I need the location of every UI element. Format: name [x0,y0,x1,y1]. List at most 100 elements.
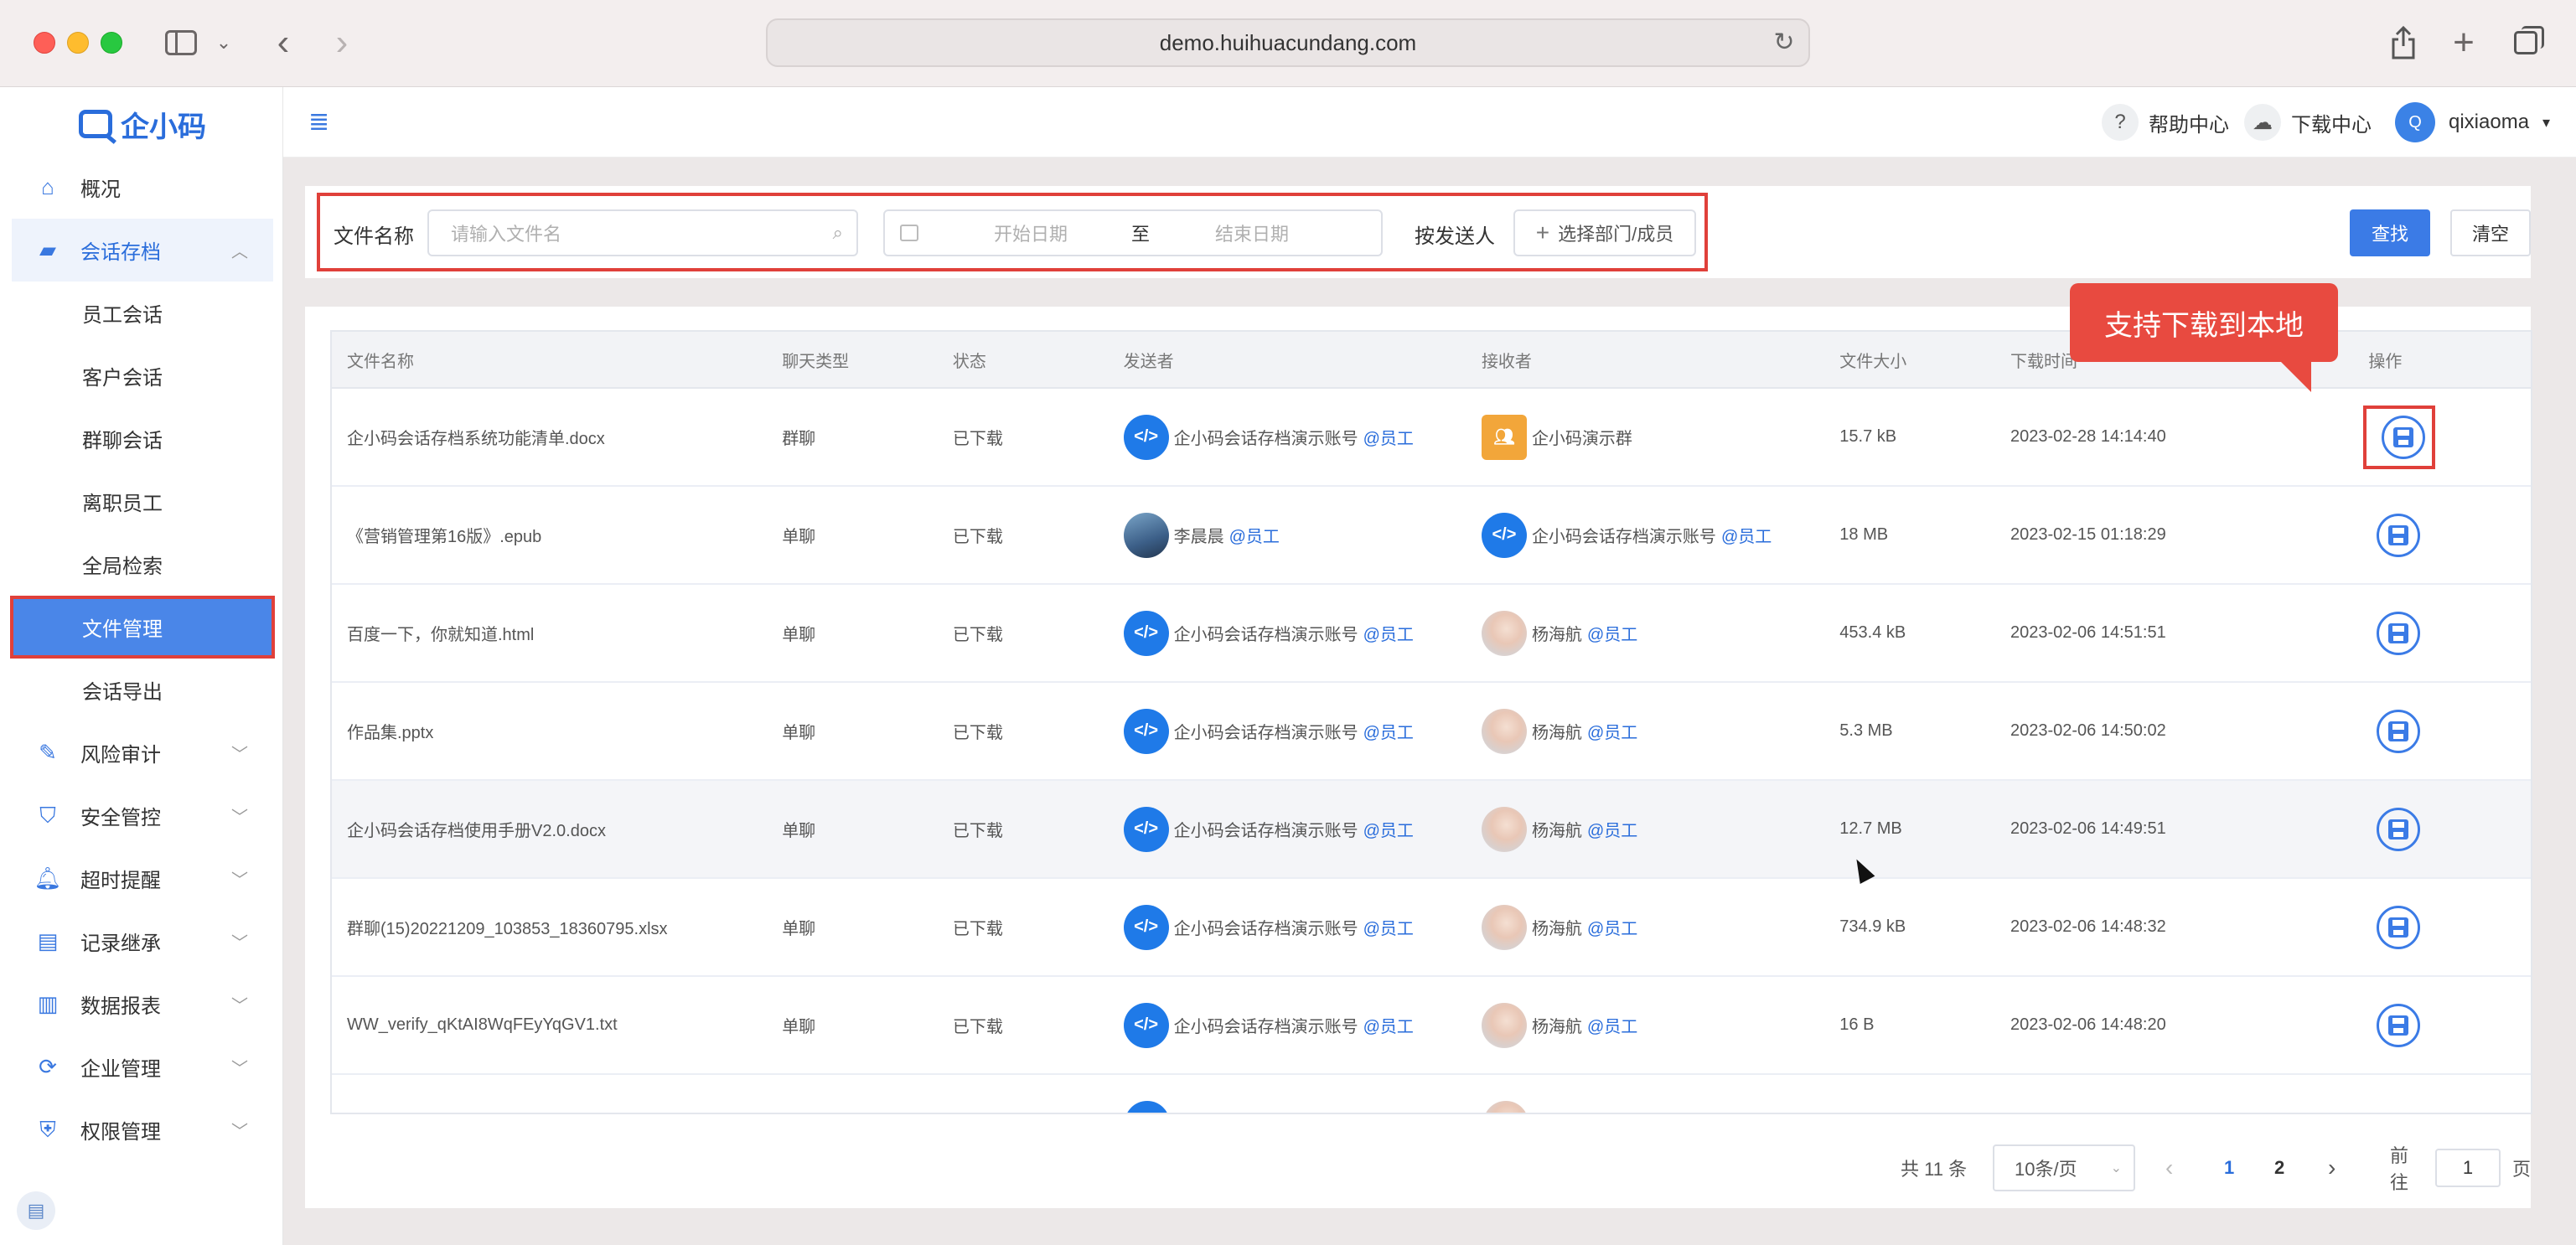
code-avatar-icon: </> [1123,708,1169,754]
page-size-select[interactable]: 10条/页 ⌄ [1993,1144,2135,1191]
download-button[interactable] [2377,513,2421,557]
sidebar-sub-global-search[interactable]: 全局检索 [12,533,273,596]
download-button[interactable] [2377,611,2421,655]
receiver-tag: @员工 [1586,1018,1638,1036]
tab-overview-icon[interactable] [2507,22,2544,64]
chat-type-cell: 群聊 [782,430,816,448]
chevron-up-icon: ︿ [231,243,248,261]
file-name-cell: 企小码会话存档使用手册V2.0.docx [347,822,606,840]
sidebar-sub-customer-chat[interactable]: 客户会话 [12,344,273,407]
sidebar-item-overview[interactable]: ⌂ 概况 [12,156,273,219]
chevron-down-icon: ﹀ [231,997,248,1015]
goto-page-input[interactable] [2434,1149,2501,1187]
page-number-2[interactable]: 2 [2274,1144,2284,1191]
download-button[interactable] [2377,709,2421,753]
user-name: qixiaoma [2449,111,2530,133]
download-button[interactable] [2382,415,2426,459]
sidebar-toggle-icon[interactable] [163,22,199,64]
menu-collapse-icon[interactable]: ≣ [308,107,335,136]
download-button[interactable] [2377,905,2421,949]
sidebar-nav: ⌂ 概况 ▰ 会话存档 ︿ 员工会话 客户会话 群聊会话 离职员工 全局检索 文… [10,156,275,1161]
status-cell: 已下载 [952,822,1003,840]
search-icon: ⌕ [832,222,843,243]
sidebar-sub-group-chat[interactable]: 群聊会话 [12,407,273,470]
chat-type-cell: 单聊 [782,822,816,840]
sidebar-item-inherit[interactable]: ▤ 记录继承 ﹀ [12,910,273,973]
chat-type-cell: 单聊 [782,1018,816,1036]
new-tab-icon[interactable]: + [2445,22,2482,64]
chat-type-cell: 单聊 [782,920,816,938]
zoom-window-button[interactable] [101,32,122,54]
sidebar-item-archive[interactable]: ▰ 会话存档 ︿ [12,219,273,282]
minimize-window-button[interactable] [67,32,89,54]
sidebar-item-label: 风险审计 [80,744,161,767]
inherit-icon: ▤ [37,928,59,953]
question-icon: ? [2102,104,2139,141]
download-time-cell: 2023-02-06 14:50:02 [2010,721,2166,740]
chevron-down-icon: ﹀ [231,746,248,764]
logo-mark-icon [79,110,112,138]
receiver-cell: 👥︎ 企小码演示群 [1466,389,1824,485]
sidebar-item-timeout[interactable]: 🔔︎ 超时提醒 ﹀ [12,847,273,910]
chevron-down-icon[interactable]: ⌄ [211,22,236,64]
page-size-value: 10条/页 [2015,1159,2077,1180]
sender-tag: @员工 [1229,528,1280,546]
close-window-button[interactable] [34,32,55,54]
receiver-name: 杨海航 [1531,822,1582,840]
help-center-link[interactable]: ? 帮助中心 [2102,104,2229,141]
table-row: 作品集.pptx 单聊 已下载 </> 企小码会话存档演示账号 @员工 杨海航 @员工 5.3 … [332,683,2531,781]
forward-icon[interactable]: › [325,22,359,64]
avatar [1481,708,1527,754]
code-avatar-icon: </> [1481,512,1527,558]
app-sidebar: 企小码 ⌂ 概况 ▰ 会话存档 ︿ 员工会话 客户会话 群聊会话 离职员工 全局… [0,87,283,1245]
code-avatar-icon: </> [1123,414,1169,460]
select-sender-button[interactable]: + 选择部门/成员 [1513,209,1696,256]
file-name-input[interactable]: 请输入文件名 ⌕ [427,209,858,256]
file-size-cell: 15.7 kB [1839,427,1897,446]
download-time-cell: 2023-02-06 14:49:51 [2010,819,2166,838]
download-center-link[interactable]: ☁ 下载中心 [2244,104,2372,141]
file-size-cell: 5.3 MB [1839,721,1893,740]
next-page-icon[interactable]: › [2328,1144,2335,1191]
sender-label: 按发送人 [1415,225,1495,248]
sidebar-sub-employee-chat[interactable]: 员工会话 [12,282,273,344]
file-name-cell: 企小码会话存档系统功能清单.docx [347,430,605,448]
download-callout: 支持下载到本地 [2070,283,2338,392]
sidebar-item-enterprise[interactable]: ⟳ 企业管理 ﹀ [12,1036,273,1098]
document-icon[interactable]: ▤ [17,1191,55,1230]
page-number-1[interactable]: 1 [2224,1144,2234,1191]
status-cell: 已下载 [952,626,1003,644]
action-cell [2353,879,2531,975]
sidebar-item-risk-audit[interactable]: ✎ 风险审计 ﹀ [12,721,273,784]
file-size-cell: 18 MB [1839,525,1889,544]
file-size-cell: 453.4 kB [1839,623,1906,642]
search-button[interactable]: 查找 [2350,209,2430,256]
receiver-tag: @员工 [1586,724,1638,742]
shield-icon: ⛉ [39,802,56,828]
download-button[interactable] [2377,1003,2421,1047]
sidebar-item-security[interactable]: ⛉ 安全管控 ﹀ [12,784,273,847]
receiver-name: 杨海航 [1531,724,1582,742]
address-bar[interactable]: demo.huihuacundang.com ↻ [766,18,1810,67]
chat-type-cell: 单聊 [782,724,816,742]
download-button[interactable] [2377,807,2421,851]
sidebar-sub-chat-export[interactable]: 会话导出 [12,659,273,721]
sidebar-sub-resigned[interactable]: 离职员工 [12,470,273,533]
receiver-name: 杨海航 [1531,920,1582,938]
app-logo[interactable]: 企小码 [79,104,206,144]
clear-button[interactable]: 清空 [2450,209,2531,256]
share-icon[interactable] [2385,22,2422,64]
back-icon[interactable]: ‹ [266,22,300,64]
column-header: 文件名称 [347,352,414,371]
sidebar-sub-file-management[interactable]: 文件管理 [10,596,275,659]
prev-page-icon[interactable]: ‹ [2165,1144,2173,1191]
user-menu[interactable]: Q qixiaoma ▾ [2395,102,2550,142]
date-range-picker[interactable]: 开始日期 至 结束日期 [883,209,1383,256]
receiver-name: 企小码会话存档演示账号 [1531,528,1716,546]
reload-icon[interactable]: ↻ [1772,30,1797,55]
table-row: 群聊(15)20221209_103853_18360795.xlsx 单聊 已下载… [332,879,2531,977]
app-header: ≣ ? 帮助中心 ☁ 下载中心 Q qixiaoma ▾ [283,87,2576,158]
sidebar-item-permissions[interactable]: ⛨ 权限管理 ﹀ [12,1098,273,1161]
sidebar-item-reports[interactable]: ▥ 数据报表 ﹀ [12,973,273,1036]
download-time-cell: 2023-02-06 14:48:20 [2010,1015,2166,1034]
